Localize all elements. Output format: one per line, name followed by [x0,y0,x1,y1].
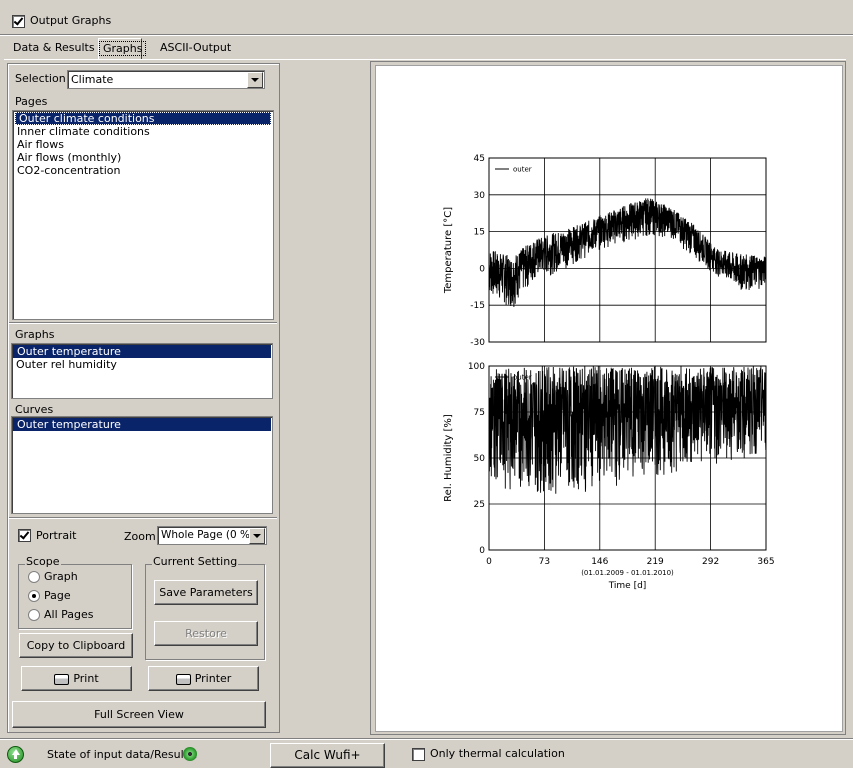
graphs-list[interactable]: Outer temperature Outer rel humidity [11,343,273,399]
x-axis-label: Time [d] [608,581,647,591]
tab-ascii-output[interactable]: ASCII-Output [154,38,237,58]
list-item[interactable]: Outer rel humidity [12,358,272,371]
current-setting-label: Current Setting [152,555,239,568]
y-tick-label: 0 [479,546,485,556]
scope-graph-radio[interactable] [28,571,40,583]
scope-all-pages-radio[interactable] [28,609,40,621]
y-tick-label: 15 [474,228,485,238]
save-parameters-button[interactable]: Save Parameters [154,580,258,605]
list-item[interactable]: Outer temperature [13,418,271,431]
zoom-value: Whole Page (0 %) [161,529,255,541]
tab-graphs-label: Graphs [99,41,147,56]
x-tick-label: 219 [647,557,664,567]
y-tick-label: -30 [470,338,485,348]
y-tick-label: 100 [468,362,485,372]
zoom-combobox[interactable]: Whole Page (0 %) [157,526,267,545]
curves-label: Curves [15,403,54,416]
only-thermal-label: Only thermal calculation [430,747,565,760]
legend-label: outer [513,166,532,174]
selection-combobox[interactable]: Climate [67,70,265,89]
state-indicator-icon [183,747,197,761]
y-tick-label: 75 [474,408,485,418]
copy-to-clipboard-button[interactable]: Copy to Clipboard [19,633,133,658]
temperature-chart: 45 30 15 0 -15 -30 outer Temperature [°C] [443,154,767,348]
selection-dropdown-icon[interactable] [247,72,263,88]
list-item[interactable]: Air flows (monthly) [13,151,273,164]
list-item[interactable]: Air flows [13,138,273,151]
restore-button[interactable]: Restore [154,621,258,646]
zoom-dropdown-icon[interactable] [249,528,265,544]
portrait-checkbox[interactable] [18,529,31,542]
y-tick-label: -15 [470,301,485,311]
zoom-label: Zoom [124,530,156,543]
tab-graphs[interactable]: Graphs [98,38,147,59]
y-tick-label: 45 [474,154,485,164]
printer-button[interactable]: Printer [148,666,259,691]
x-tick-label: 0 [486,557,492,567]
print-label: Print [73,672,99,685]
y-tick-label: 50 [474,454,486,464]
selection-value: Climate [71,73,114,86]
y-tick-label: 25 [474,500,485,510]
scope-graph-label: Graph [44,570,78,583]
print-icon [54,673,70,685]
scope-group-label: Scope [25,555,61,568]
chart-area: 45 30 15 0 -15 -30 outer Temperature [°C] 100 75… [443,154,775,591]
status-divider [0,738,853,740]
options-divider [9,517,277,519]
tab-data-results[interactable]: Data & Results [7,38,101,58]
humidity-chart: 100 75 50 25 0 outer Rel. Humidity [%] 0 73 146 21… [443,362,775,591]
printer-label: Printer [194,672,232,685]
full-screen-view-button[interactable]: Full Screen View [12,701,266,728]
x-tick-label: 146 [591,557,608,567]
y-axis-label: Temperature [°C] [443,207,454,294]
x-axis-sublabel: (01.01.2009 - 01.01.2010) [581,569,674,577]
calc-wufi-button[interactable]: Calc Wufi+ [270,743,385,768]
x-tick-label: 292 [702,557,719,567]
tab-panel-border [4,59,846,60]
list-item[interactable]: Outer temperature [13,345,271,358]
printer-icon [175,673,191,685]
y-axis-label: Rel. Humidity [%] [443,414,454,502]
splitter[interactable] [9,322,277,324]
pages-list[interactable]: Outer climate conditions Inner climate c… [12,110,274,320]
selection-label: Selection [15,72,66,85]
status-ok-icon [7,746,24,763]
output-graphs-label: Output Graphs [30,14,112,27]
legend-label: outer [513,374,532,382]
scope-page-label: Page [44,589,71,602]
curves-list[interactable]: Outer temperature [11,416,273,514]
x-tick-label: 365 [757,557,774,567]
list-item[interactable]: Outer climate conditions [15,112,271,125]
output-graphs-checkbox[interactable] [12,15,25,28]
graphs-label: Graphs [15,328,55,341]
only-thermal-checkbox[interactable] [412,748,425,761]
portrait-label: Portrait [36,529,77,542]
pages-label: Pages [15,95,48,108]
state-label: State of input data/Results: [47,748,198,761]
y-tick-label: 0 [479,264,485,274]
y-tick-label: 30 [474,191,486,201]
list-item[interactable]: Inner climate conditions [13,125,273,138]
print-button[interactable]: Print [21,666,132,691]
top-divider [0,34,853,36]
list-item[interactable]: CO2-concentration [13,164,273,177]
scope-page-radio[interactable] [28,590,40,602]
scope-all-pages-label: All Pages [44,608,94,621]
x-tick-label: 73 [539,557,550,567]
